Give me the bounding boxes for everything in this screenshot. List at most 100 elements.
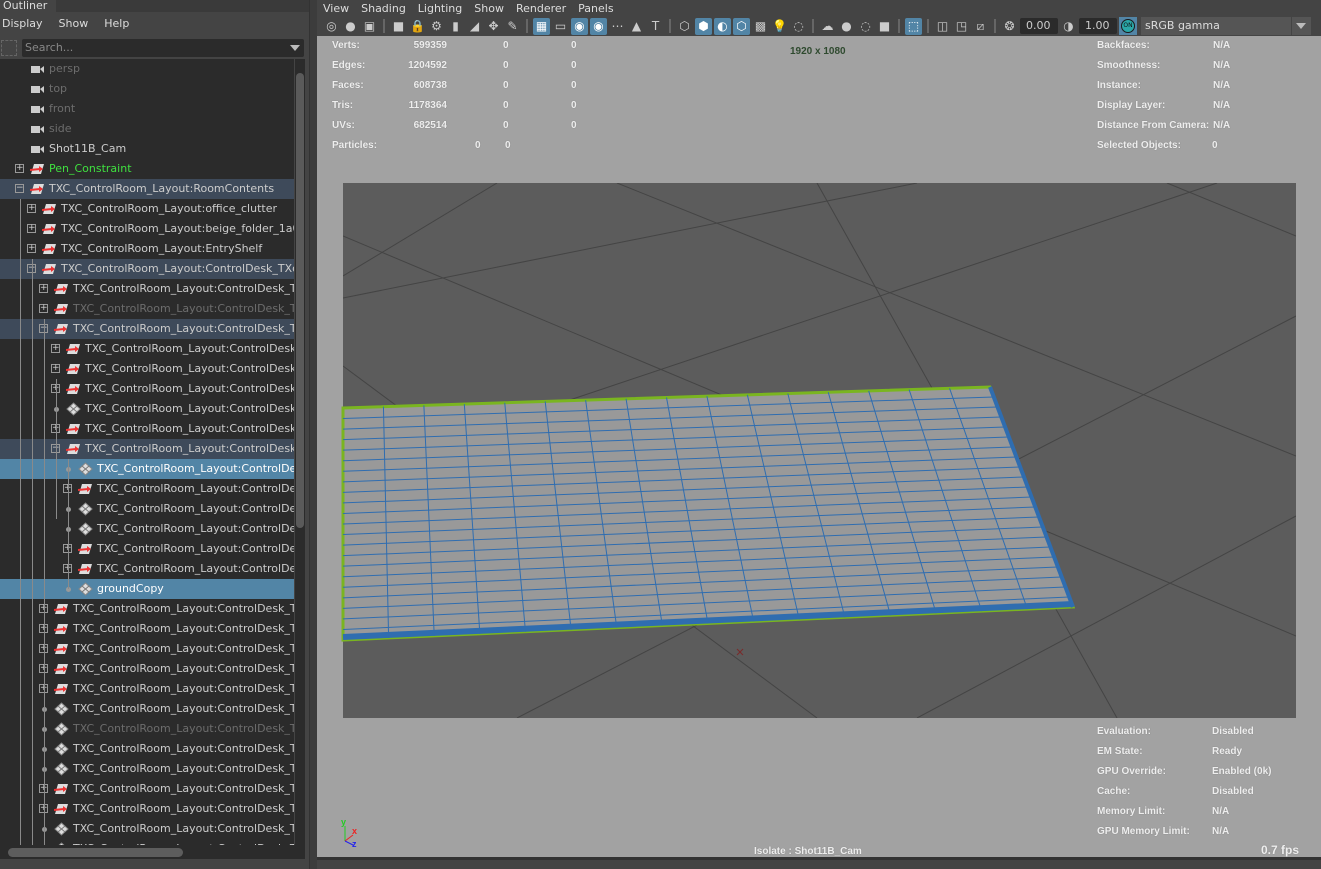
outliner-item[interactable]: persp xyxy=(0,59,294,79)
menu-view[interactable]: View xyxy=(317,2,355,15)
smooth-shade-icon[interactable]: ⬢ xyxy=(695,17,712,35)
menu-lighting[interactable]: Lighting xyxy=(412,2,468,15)
expand-icon[interactable]: + xyxy=(51,344,60,353)
outliner-item[interactable]: − TXC_ControlRoom_Layout:RoomContents xyxy=(0,179,294,199)
collapse-icon[interactable]: − xyxy=(15,184,24,193)
xray-icon[interactable]: ▩ xyxy=(752,18,769,35)
outliner-item[interactable]: Shot11B_Cam xyxy=(0,139,294,159)
menu-display[interactable]: Display xyxy=(2,17,43,30)
expand-icon[interactable]: + xyxy=(51,364,60,373)
panel-splitter[interactable] xyxy=(309,0,317,869)
eval-label: Evaluation: xyxy=(1097,726,1151,737)
outliner-item[interactable]: + Pen_Constraint xyxy=(0,159,294,179)
viewport-menu-bar: View Shading Lighting Show Renderer Pane… xyxy=(317,0,1321,16)
depth-of-field-icon[interactable]: ■ xyxy=(876,18,893,35)
camera-attr-icon[interactable]: ⚙ xyxy=(428,18,445,35)
stat-in-view: 0 xyxy=(571,60,577,71)
ambient-occlusion-icon[interactable]: ☁ xyxy=(819,18,836,35)
film-gate-icon[interactable]: ▭ xyxy=(552,18,569,35)
select-filter-icon[interactable] xyxy=(1,40,17,56)
image-plane-icon[interactable]: ◢ xyxy=(466,18,483,35)
lights-icon[interactable]: 💡 xyxy=(771,18,788,35)
outliner-item[interactable]: + TXC_ControlRoom_Layout:beige_folder_1a0… xyxy=(0,219,294,239)
xray-active-icon[interactable]: ◳ xyxy=(953,18,970,35)
gamma-field[interactable]: 1.00 xyxy=(1079,18,1117,34)
3d-viewport[interactable]: yxz Verts: 599359 0 0 Edges: 1204592 0 0 Faces: 6… xyxy=(317,36,1321,857)
expand-icon[interactable]: + xyxy=(27,244,36,253)
safe-title-icon[interactable]: T xyxy=(647,18,664,35)
color-space-dropdown[interactable]: sRGB gamma xyxy=(1141,17,1311,35)
wireframe-icon[interactable]: ⬡ xyxy=(676,18,693,35)
wireframe-on-shaded-icon[interactable]: ⬡ xyxy=(733,17,750,35)
bookmark-icon[interactable]: ▣ xyxy=(361,18,378,35)
outliner-item[interactable]: + TXC_ControlRoom_Layout:office_clutter xyxy=(0,199,294,219)
expand-icon[interactable]: + xyxy=(39,284,48,293)
isolate-select-icon[interactable]: ⬚ xyxy=(905,17,922,35)
transform-icon xyxy=(78,542,93,556)
select-camera-icon[interactable]: ◎ xyxy=(323,18,340,35)
grease-pencil-icon[interactable]: ✎ xyxy=(504,18,521,35)
outliner-item[interactable]: front xyxy=(0,99,294,119)
stat-in-view: 0 xyxy=(571,40,577,51)
menu-show[interactable]: Show xyxy=(59,17,89,30)
default-material-icon[interactable]: ◐ xyxy=(714,17,731,35)
outliner-item[interactable]: top xyxy=(0,79,294,99)
anti-alias-icon[interactable]: ◌ xyxy=(857,18,874,35)
resolution-gate-icon[interactable]: ◉ xyxy=(571,17,588,35)
expand-icon[interactable]: + xyxy=(39,304,48,313)
search-dropdown-icon[interactable] xyxy=(290,45,300,51)
motion-blur-icon[interactable]: ● xyxy=(838,18,855,35)
lock-camera-icon[interactable]: 🔒 xyxy=(409,18,426,35)
outliner-tree: persp top front side Shot11B_Cam + Pen_Constra… xyxy=(0,59,294,845)
scroll-thumb[interactable] xyxy=(8,848,183,857)
2d-pan-zoom-icon[interactable]: ✥ xyxy=(485,18,502,35)
vertical-scrollbar[interactable] xyxy=(295,59,305,845)
expand-icon[interactable]: + xyxy=(27,204,36,213)
gamma-icon[interactable]: ◑ xyxy=(1060,18,1077,35)
outliner-item[interactable]: + TXC_ControlRoom_Layout:ControlDesk_TXc xyxy=(0,279,294,299)
tree-guide-line xyxy=(32,259,33,845)
stat-label: Particles: xyxy=(332,140,378,151)
shadows-icon[interactable]: ◌ xyxy=(790,18,807,35)
field-chart-icon[interactable]: ⋯ xyxy=(609,18,626,35)
expand-icon[interactable]: + xyxy=(15,164,24,173)
chevron-down-icon[interactable] xyxy=(1292,17,1311,35)
stat-total: 1178364 xyxy=(408,100,447,111)
outliner-item-label: TXC_ControlRoom_Layout:ControlDesk_TXc xyxy=(73,662,294,675)
tab-outliner[interactable]: Outliner xyxy=(0,0,56,13)
camera-icon[interactable]: ■ xyxy=(390,18,407,35)
outliner-item-label: TXC_ControlRoom_Layout:ControlDesk_TXc xyxy=(73,302,294,315)
scene-canvas[interactable]: yxz xyxy=(317,36,1321,857)
ground-grid-line xyxy=(343,183,918,299)
gate-mask-icon[interactable]: ◉ xyxy=(590,17,607,35)
outliner-item[interactable]: + TXC_ControlRoom_Layout:ControlDesk_TXc xyxy=(0,299,294,319)
exposure-icon[interactable]: ❂ xyxy=(1001,18,1018,35)
scroll-thumb[interactable] xyxy=(296,73,304,528)
menu-panels[interactable]: Panels xyxy=(572,2,619,15)
search-input[interactable]: Search... xyxy=(22,39,304,57)
expand-icon[interactable]: + xyxy=(27,224,36,233)
grid-icon[interactable]: ▦ xyxy=(533,17,550,35)
menu-renderer[interactable]: Renderer xyxy=(510,2,572,15)
eval-label: Cache: xyxy=(1097,786,1131,797)
eval-value: Disabled xyxy=(1212,786,1254,797)
outliner-item[interactable]: + TXC_ControlRoom_Layout:EntryShelf xyxy=(0,239,294,259)
color-management-toggle[interactable]: ON xyxy=(1119,17,1137,35)
mesh-icon xyxy=(54,742,69,756)
info-label: Smoothness: xyxy=(1097,60,1161,71)
info-label: Display Layer: xyxy=(1097,100,1166,111)
menu-shading[interactable]: Shading xyxy=(355,2,412,15)
safe-action-icon[interactable]: ▲ xyxy=(628,18,645,35)
backface-icon[interactable]: ⧄ xyxy=(972,18,989,35)
bookmark2-icon[interactable]: ▮ xyxy=(447,18,464,35)
outliner-item-label: TXC_ControlRoom_Layout:ControlDesk_TXc xyxy=(73,722,294,735)
menu-show[interactable]: Show xyxy=(468,2,510,15)
exposure-field[interactable]: 0.00 xyxy=(1020,18,1058,34)
outliner-item[interactable]: side xyxy=(0,119,294,139)
horizontal-scrollbar[interactable] xyxy=(0,845,305,859)
menu-help[interactable]: Help xyxy=(104,17,129,30)
outliner-item[interactable]: −TXC_ControlRoom_Layout:ControlDesk_TXc:… xyxy=(0,259,294,279)
camera-attributes-icon[interactable]: ● xyxy=(342,18,359,35)
xray-joints-icon[interactable]: ◫ xyxy=(934,18,951,35)
stat-selected: 0 xyxy=(503,60,509,71)
